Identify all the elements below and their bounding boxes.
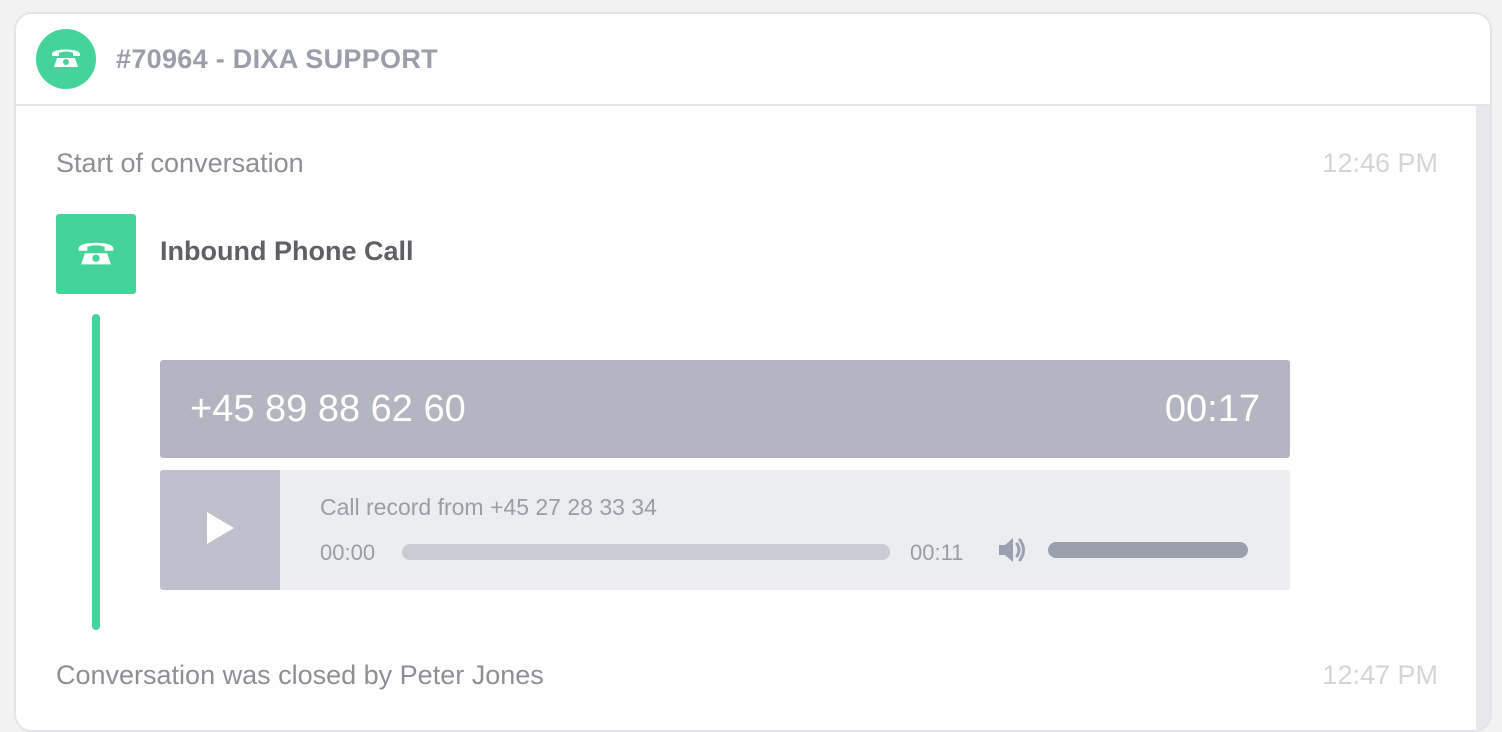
conversation-title: #70964 - DIXA SUPPORT — [116, 44, 438, 74]
call-number-bar: +45 89 88 62 60 00:17 — [160, 360, 1290, 458]
event-closed-text: Conversation was closed by Peter Jones — [56, 660, 544, 690]
phone-icon — [75, 237, 117, 272]
progress-slider[interactable] — [402, 544, 890, 560]
scrollbar[interactable] — [1476, 106, 1490, 730]
current-time: 00:00 — [320, 540, 376, 565]
volume-fill — [1048, 542, 1248, 558]
event-closed: Conversation was closed by Peter Jones 1… — [56, 660, 1438, 691]
volume-slider[interactable] — [1048, 542, 1248, 558]
event-start-text: Start of conversation — [56, 148, 304, 178]
conversation-card: #70964 - DIXA SUPPORT Start of conversat… — [14, 12, 1492, 732]
conversation-header: #70964 - DIXA SUPPORT — [16, 14, 1490, 106]
event-start-time: 12:46 PM — [1322, 148, 1438, 178]
play-button[interactable] — [160, 470, 280, 590]
call-title: Inbound Phone Call — [160, 236, 414, 266]
timeline-line — [92, 314, 100, 630]
channel-avatar — [36, 29, 96, 89]
record-label: Call record from +45 27 28 33 34 — [320, 494, 657, 520]
volume-icon[interactable] — [996, 534, 1028, 566]
audio-player: Call record from +45 27 28 33 34 00:00 0… — [160, 470, 1290, 590]
event-closed-time: 12:47 PM — [1322, 660, 1438, 690]
event-start: Start of conversation 12:46 PM — [56, 148, 1438, 179]
play-icon — [205, 511, 235, 550]
caller-number: +45 89 88 62 60 — [190, 388, 466, 430]
call-duration: 00:17 — [1164, 388, 1260, 430]
phone-icon — [49, 45, 83, 74]
call-icon-box — [56, 214, 136, 294]
total-time: 00:11 — [910, 540, 964, 565]
